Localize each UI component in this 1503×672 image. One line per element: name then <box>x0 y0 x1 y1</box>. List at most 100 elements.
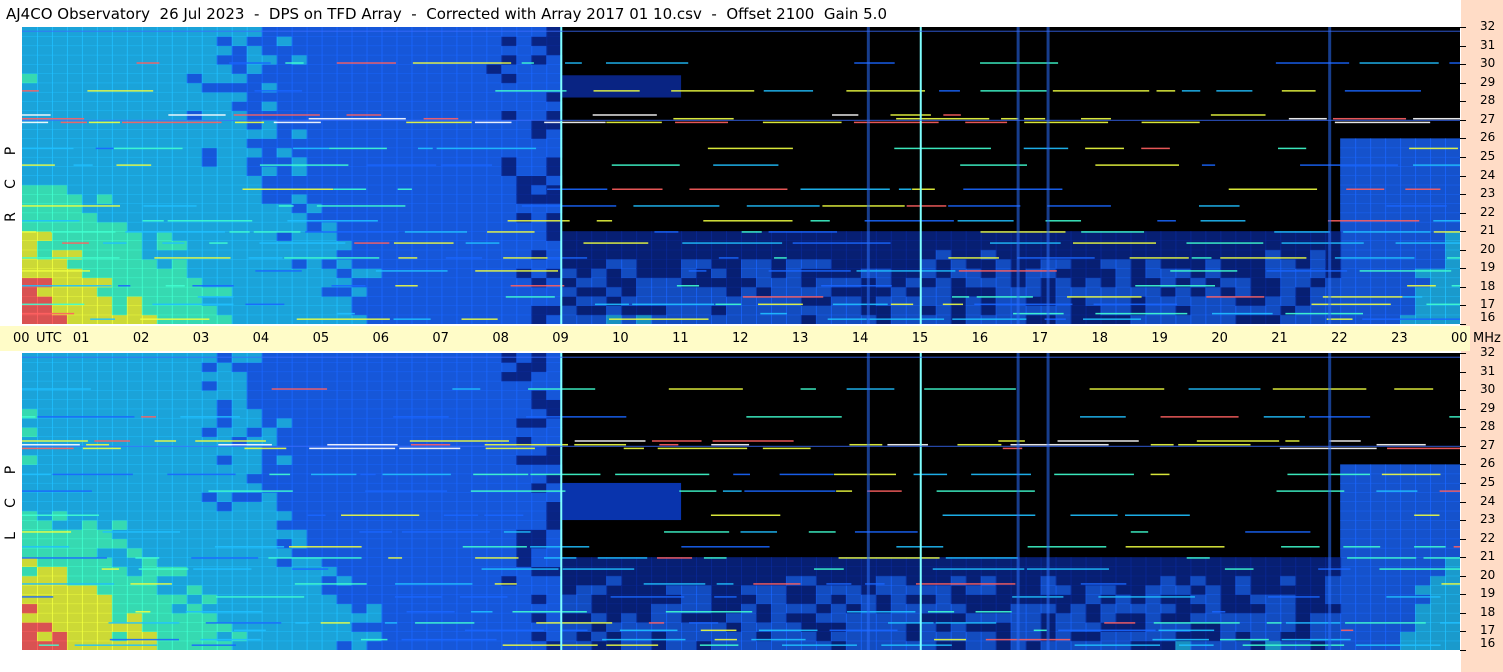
heatmap-cell <box>22 501 38 512</box>
heatmap-cell <box>216 455 233 465</box>
interference-line <box>37 416 135 418</box>
heatmap-cell <box>486 408 503 419</box>
heatmap-cell <box>546 147 563 158</box>
heatmap-cell <box>336 547 353 558</box>
interference-line <box>864 220 954 222</box>
heatmap-cell <box>501 156 518 167</box>
heatmap-cell <box>186 464 203 475</box>
heatmap-cell <box>141 259 158 269</box>
heatmap-cell <box>336 91 353 102</box>
heatmap-cell <box>96 129 113 139</box>
heatmap-cell <box>201 166 218 176</box>
heatmap-cell <box>111 203 128 214</box>
interference-line <box>393 242 454 244</box>
interference-line <box>521 62 534 64</box>
interference-line <box>292 568 329 570</box>
heatmap-cell <box>770 268 787 279</box>
heatmap-cell <box>366 380 383 391</box>
heatmap-cell <box>1430 268 1447 279</box>
heatmap-cell <box>396 305 413 316</box>
heatmap-cell <box>36 36 53 47</box>
heatmap-cell <box>501 203 518 214</box>
interference-line <box>888 622 934 624</box>
heatmap-cell <box>276 510 293 521</box>
heatmap-cell <box>441 417 458 428</box>
heatmap-cell <box>321 129 338 139</box>
heatmap-cell <box>231 417 248 428</box>
heatmap-cell <box>546 73 563 84</box>
heatmap-cell <box>51 353 68 363</box>
heatmap-cell <box>755 249 772 260</box>
heatmap-cell <box>456 101 473 112</box>
heatmap-cell <box>486 73 503 84</box>
heatmap-cell <box>426 399 443 410</box>
heatmap-cell <box>1295 286 1312 297</box>
interference-line <box>1355 644 1441 646</box>
heatmap-cell <box>216 362 233 373</box>
heatmap-cell <box>111 371 128 382</box>
heatmap-cell <box>471 520 488 530</box>
heatmap-cell <box>96 138 113 149</box>
heatmap-cell <box>636 566 653 577</box>
heatmap-cell <box>126 529 143 540</box>
heatmap-cell <box>531 45 548 56</box>
heatmap-cell <box>1355 566 1372 577</box>
heatmap-cell <box>1385 464 1402 475</box>
heatmap-cell <box>486 566 503 577</box>
heatmap-cell <box>770 594 787 605</box>
interference-line <box>359 531 393 533</box>
heatmap-cell <box>456 362 473 373</box>
heatmap-cell <box>651 612 668 623</box>
heatmap-cell <box>141 64 158 74</box>
heatmap-cell <box>246 399 263 410</box>
heatmap-cell <box>531 510 548 521</box>
heatmap-cell <box>516 36 533 47</box>
heatmap-cell <box>726 314 742 324</box>
heatmap-cell <box>1370 221 1387 232</box>
heatmap-cell <box>1280 296 1297 306</box>
heatmap-cell <box>51 417 68 428</box>
heatmap-cell <box>501 566 518 577</box>
heatmap-cell <box>1295 585 1312 595</box>
heatmap-cell <box>501 286 518 297</box>
heatmap-cell <box>1445 268 1460 279</box>
interference-line <box>1224 568 1254 570</box>
frequency-tick-label: 18 <box>1480 604 1496 619</box>
heatmap-cell <box>411 129 428 139</box>
heatmap-cell <box>486 492 503 502</box>
heatmap-cell <box>875 566 892 577</box>
heatmap-cell <box>126 399 143 410</box>
interference-line <box>1395 242 1460 244</box>
heatmap-cell <box>441 194 458 204</box>
heatmap-cell <box>561 296 578 306</box>
heatmap-cell <box>755 640 772 650</box>
interference-line <box>393 416 449 418</box>
heatmap-cell <box>351 129 368 139</box>
heatmap-cell <box>1250 594 1267 605</box>
heatmap-cell <box>501 353 518 363</box>
interference-line <box>1274 231 1330 233</box>
heatmap-cell <box>186 268 203 279</box>
interference-line <box>1439 490 1460 492</box>
heatmap-cell <box>396 194 413 204</box>
heatmap-cell <box>456 82 473 93</box>
heatmap-cell <box>546 175 563 186</box>
interference-line <box>22 257 120 259</box>
heatmap-cell <box>246 203 263 214</box>
heatmap-cell <box>441 362 458 373</box>
heatmap-cell <box>246 277 263 288</box>
heatmap-cell <box>456 492 473 502</box>
heatmap-cell <box>366 445 383 456</box>
heatmap-cell <box>681 585 698 595</box>
heatmap-cell <box>890 286 907 297</box>
heatmap-cell <box>306 566 323 577</box>
heatmap-cell <box>1355 501 1372 512</box>
heatmap-cell <box>546 612 563 623</box>
heatmap-cell <box>381 390 398 400</box>
heatmap-cell <box>366 594 383 605</box>
time-tick-label: 23 <box>1391 331 1408 346</box>
heatmap-cell <box>890 259 907 269</box>
heatmap-cell <box>426 296 443 306</box>
heatmap-cell <box>351 296 368 306</box>
heatmap-cell <box>546 54 563 65</box>
